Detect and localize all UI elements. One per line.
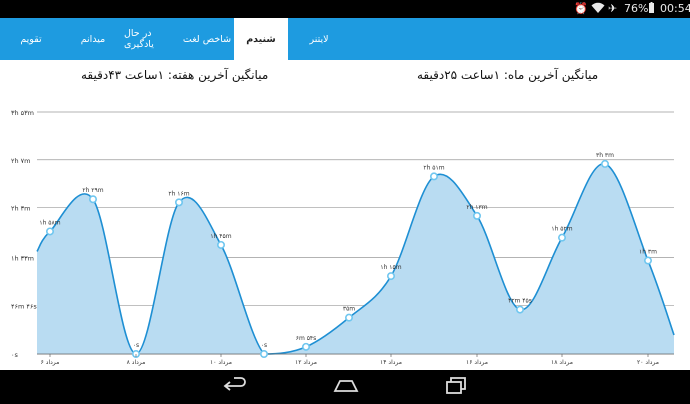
data-label: ۴۲m ۴۵s [508,298,532,305]
home-icon[interactable] [333,375,359,397]
y-tick-label: ۲h ۳m [11,205,31,213]
data-label: ۳۵m [343,306,355,313]
y-tick-label: ۳h ۵۳m [11,109,34,117]
data-label: ۲h ۲۹m [82,187,103,194]
tab-bar: لایتنر شنیدم شاخص لغت در حال یادگیری مید… [0,18,690,60]
data-point [643,256,652,265]
x-tick-label: ۲۰ مرداد [637,359,659,366]
data-label: ۱h ۴۵m [210,233,231,240]
week-average: میانگین آخرین هفته: ۱ساعت ۴۳دقیقه [81,68,269,82]
x-tick-label: ۱۸ مرداد [551,359,573,366]
recent-apps-icon[interactable] [444,375,470,397]
data-point [515,305,524,314]
data-point [45,227,54,236]
main-content: میانگین آخرین ماه: ۱ساعت ۲۵دقیقه میانگین… [0,60,690,370]
data-point [301,342,310,351]
x-tick-label: ۶ مرداد [41,359,60,366]
tab-calendar[interactable]: تقویم [0,18,62,60]
y-tick-label: ۴۶m ۴۶s [11,302,37,310]
time-chart: ۳h ۵۳m ۲h ۷m ۲h ۳m ۱h ۳۳m ۴۶m ۴۶s ۰s ۱h ۵۸m ۲h … [11,109,675,366]
data-label: ۱h ۵۸m [39,219,60,226]
data-label: ۱h ۳m [639,249,657,256]
battery-icon [648,2,655,18]
battery-percent: 76% [624,2,649,15]
data-point [217,240,226,249]
data-label: ۲h ۱۶m [168,190,189,197]
data-label: ۳h ۳m [596,152,614,159]
x-tick-label: ۱۰ مرداد [210,359,232,366]
status-bar: ⏰ ✈ 76% 00:54 [0,0,690,18]
y-tick-label: ۲h ۷m [11,157,31,165]
data-point [344,313,353,322]
data-label: ۶m ۵۴s [296,335,317,342]
airplane-icon: ✈ [608,2,618,15]
data-point [175,198,184,207]
data-point [386,272,395,281]
data-label: ۱h ۵۲m [551,226,572,233]
wifi-icon [591,2,605,18]
tab-heard[interactable]: شنیدم [234,18,288,60]
y-tick-label: ۰s [11,351,18,359]
data-label: ۲h ۱۳m [466,204,487,211]
clock: 00:54 [660,2,690,15]
data-label: ۱h ۱۵m [380,264,401,271]
tab-word-index[interactable]: شاخص لغت [180,18,234,60]
data-point [259,350,268,359]
x-tick-label: ۱۴ مرداد [380,359,402,366]
month-average: میانگین آخرین ماه: ۱ساعت ۲۵دقیقه [417,68,599,82]
x-tick-label: ۱۶ مرداد [466,359,488,366]
alarm-icon: ⏰ [574,2,588,15]
tab-known[interactable]: میدانم [62,18,124,60]
nav-bar [0,370,690,404]
data-label: ۰s [261,342,267,349]
x-tick-label: ۸ مرداد [127,359,146,366]
data-point [89,195,98,204]
data-label: ۰s [133,342,139,349]
tab-learning[interactable]: در حال یادگیری [124,18,180,60]
data-label: ۲h ۵۱m [423,164,444,171]
data-point [557,233,566,242]
x-tick-label: ۱۲ مرداد [295,359,317,366]
y-tick-label: ۱h ۳۳m [11,254,34,262]
data-point [600,159,609,168]
data-point [429,172,438,181]
area-fill [37,163,674,354]
back-icon[interactable] [222,375,248,397]
tab-leitner[interactable]: لایتنر [288,18,350,60]
data-point [472,211,481,220]
